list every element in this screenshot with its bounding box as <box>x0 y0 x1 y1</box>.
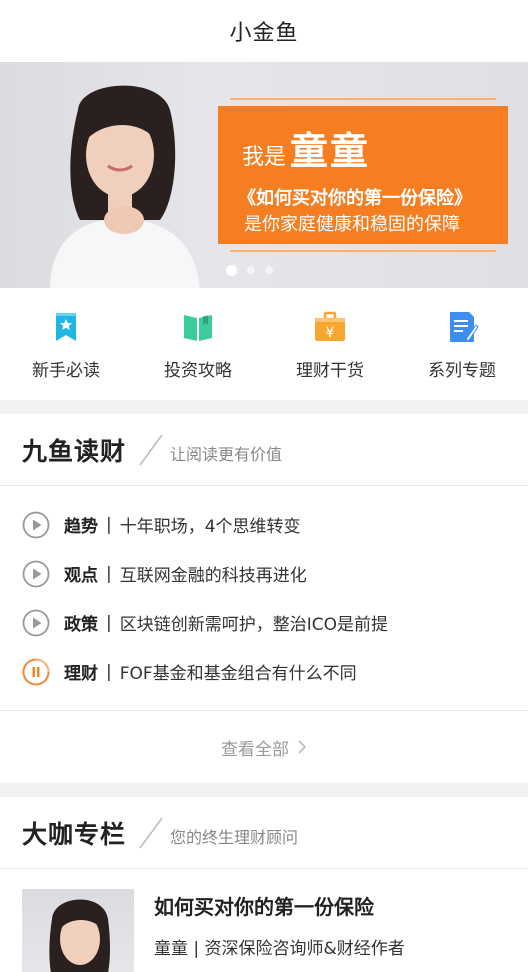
article-title: 互联网金融的科技再进化 <box>119 566 307 586</box>
reading-section: 九鱼读财 让阅读更有价值 趋势 | 十年职场，4个思维转变 观点 | 互联网金融… <box>0 414 528 783</box>
columns-section: 大咖专栏 您的终生理财顾问 如何买对你的第一份保险 童童 | 资深保险咨询师&财… <box>0 797 528 972</box>
quick-nav-item-tips[interactable]: ¥ 理财干货 <box>264 288 396 400</box>
article-title: 十年职场，4个思维转变 <box>119 517 301 537</box>
slash-divider-icon <box>139 817 163 848</box>
bookmark-icon <box>56 313 76 341</box>
quick-nav-item-beginner[interactable]: 新手必读 <box>0 288 132 400</box>
banner-intro: 我是 <box>242 145 287 170</box>
carousel-dot-2[interactable] <box>246 266 255 274</box>
section-title: 大咖专栏 <box>22 819 127 849</box>
slash-divider-icon <box>139 434 163 465</box>
column-author-photo <box>22 889 134 972</box>
article-tag: 观点 <box>64 566 98 586</box>
quick-nav-label: 系列专题 <box>428 361 496 381</box>
author-portrait <box>49 899 111 972</box>
banner-carousel[interactable]: 我是 童童 《如何买对你的第一份保险》 是你家庭健康和稳固的保障 <box>0 62 528 288</box>
article-tag: 政策 <box>64 615 98 635</box>
section-title: 九鱼读财 <box>22 436 127 466</box>
book-icon <box>184 315 212 341</box>
list-item[interactable]: 政策 | 区块链创新需呵护，整治ICO是前提 <box>0 598 528 647</box>
banner-portrait <box>50 85 200 288</box>
column-card[interactable]: 如何买对你的第一份保险 童童 | 资深保险咨询师&财经作者 <box>0 869 528 972</box>
reading-section-header: 九鱼读财 让阅读更有价值 <box>0 414 528 486</box>
banner-name: 童童 <box>290 129 371 173</box>
section-subtitle: 让阅读更有价值 <box>170 444 283 464</box>
banner-promo-box: 我是 童童 《如何买对你的第一份保险》 是你家庭健康和稳固的保障 <box>218 98 508 252</box>
article-separator: | <box>106 514 112 535</box>
app-screen: 小金鱼 我是 童童 《如何买对你的第一份保险》 是你家庭健康和稳固的保障 新手必… <box>0 0 528 972</box>
quick-nav-label: 投资攻略 <box>164 361 232 381</box>
section-subtitle: 您的终生理财顾问 <box>170 827 299 847</box>
quick-nav: 新手必读 投资攻略 ¥ 理财干货 系列专题 <box>0 288 528 400</box>
quick-nav-label: 理财干货 <box>296 361 364 381</box>
banner-slogan: 是你家庭健康和稳固的保障 <box>244 214 460 235</box>
article-separator: | <box>106 563 112 584</box>
navbar: 小金鱼 <box>0 0 528 62</box>
article-separator: | <box>106 612 112 633</box>
article-separator: | <box>106 661 112 682</box>
carousel-dot-1[interactable] <box>225 265 237 276</box>
article-list: 趋势 | 十年职场，4个思维转变 观点 | 互联网金融的科技再进化 政策 | 区… <box>0 486 528 711</box>
quick-nav-item-series[interactable]: 系列专题 <box>396 288 528 400</box>
briefcase-yen-icon: ¥ <box>315 311 345 341</box>
play-icon[interactable] <box>22 560 50 588</box>
banner-book-title: 《如何买对你的第一份保险》 <box>238 188 472 209</box>
column-card-info: 如何买对你的第一份保险 童童 | 资深保险咨询师&财经作者 <box>154 889 405 972</box>
carousel-indicator <box>0 265 528 276</box>
chevron-right-icon <box>298 740 307 754</box>
list-item[interactable]: 观点 | 互联网金融的科技再进化 <box>0 549 528 598</box>
article-title: FOF基金和基金组合有什么不同 <box>119 664 357 684</box>
article-tag: 趋势 <box>64 517 98 537</box>
play-icon[interactable] <box>22 609 50 637</box>
column-card-title: 如何买对你的第一份保险 <box>154 895 374 919</box>
page-title: 小金鱼 <box>229 21 299 46</box>
article-title: 区块链创新需呵护，整治ICO是前提 <box>119 615 388 635</box>
columns-section-header: 大咖专栏 您的终生理财顾问 <box>0 797 528 869</box>
list-item[interactable]: 理财 | FOF基金和基金组合有什么不同 <box>0 647 528 696</box>
column-card-author: 童童 | 资深保险咨询师&财经作者 <box>154 939 405 959</box>
carousel-dot-3[interactable] <box>264 266 273 274</box>
svg-text:¥: ¥ <box>326 325 335 341</box>
quick-nav-item-strategy[interactable]: 投资攻略 <box>132 288 264 400</box>
pause-icon[interactable] <box>22 658 50 686</box>
see-all-link[interactable]: 查看全部 <box>0 711 528 783</box>
article-tag: 理财 <box>64 664 98 684</box>
list-item[interactable]: 趋势 | 十年职场，4个思维转变 <box>0 500 528 549</box>
document-pen-icon <box>450 312 479 342</box>
see-all-label: 查看全部 <box>221 739 289 760</box>
quick-nav-label: 新手必读 <box>32 361 100 381</box>
play-icon[interactable] <box>22 511 50 539</box>
